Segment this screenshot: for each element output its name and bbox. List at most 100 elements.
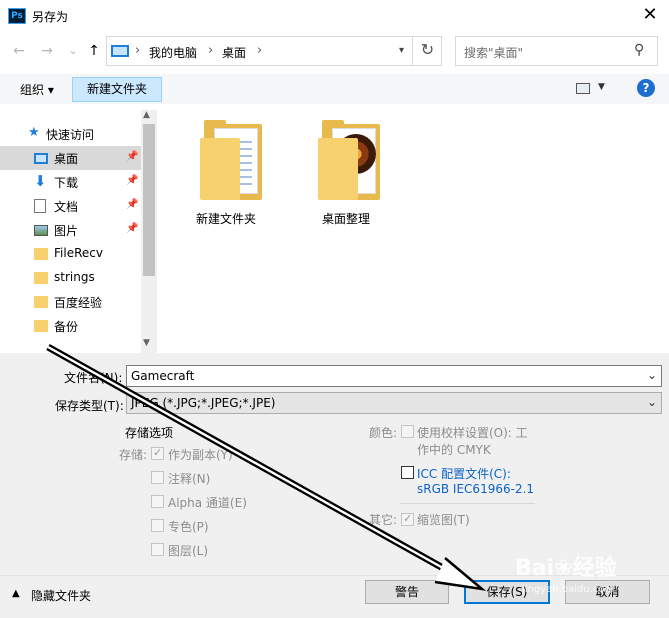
folder-name: 新建文件夹 [195,212,256,226]
window-title: 另存为 [32,10,69,24]
sidebar-item-label: 百度经验 [54,296,103,310]
search-icon[interactable]: ⚲ [634,42,644,58]
new-folder-button[interactable]: 新建文件夹 [72,77,162,102]
warning-button[interactable]: 警告 [365,580,449,604]
address-bar[interactable]: › 我的电脑 › 桌面 › ▾ ↻ [106,36,442,66]
sidebar-item-label: 备份 [54,320,79,334]
search-placeholder: 搜索"桌面" [464,46,524,60]
thumbnail-checkbox[interactable] [401,512,414,526]
folder-icon [34,272,48,284]
view-options-icon[interactable] [576,83,590,94]
proof-setup-label: 使用校样设置(O): 工 [417,426,528,440]
document-icon [34,199,46,213]
help-icon[interactable]: ? [637,79,655,97]
sidebar-item-desktop[interactable]: 桌面 📌 [0,146,141,170]
folder-icon [34,320,48,332]
hide-folders-toggle[interactable]: 隐藏文件夹 [31,587,91,604]
as-copy-label: 作为副本(Y) [168,448,233,462]
star-icon: ★ [28,125,40,140]
breadcrumb-separator-icon[interactable]: › [135,43,140,58]
pin-icon[interactable]: 📌 [126,151,138,162]
picture-icon [34,225,48,236]
sidebar-item-pictures[interactable]: 图片 📌 [0,218,141,242]
proof-setup-label-cont: 作中的 CMYK [417,443,491,457]
sidebar-item-label: FileRecv [54,246,103,260]
other-label: 其它: [369,513,398,527]
organize-menu-button[interactable]: 组织 ▾ [20,81,54,98]
back-arrow-icon[interactable]: ← [10,43,28,59]
folder-item-desktop-organize[interactable]: 桌面整理 [288,110,388,226]
chevron-up-icon[interactable]: ▲ [12,588,20,599]
sidebar-item-strings[interactable]: strings [0,266,141,290]
icc-profile-label: ICC 配置文件(C): [417,467,511,481]
sidebar-item-label: strings [54,270,95,284]
storage-label: 存储: [119,448,148,462]
alpha-channel-checkbox[interactable] [151,495,164,508]
close-icon[interactable]: ✕ [636,4,664,28]
pin-icon[interactable]: 📌 [126,175,138,186]
refresh-icon[interactable]: ↻ [412,37,442,65]
color-label: 颜色: [369,426,398,440]
monitor-icon [111,45,129,57]
sidebar-item-downloads[interactable]: ⬇ 下载 📌 [0,170,141,194]
alpha-channel-label: Alpha 通道(E) [168,496,247,510]
forward-arrow-icon[interactable]: → [38,43,56,59]
address-dropdown-icon[interactable]: ▾ [391,37,411,65]
spot-color-checkbox[interactable] [151,519,164,532]
breadcrumb-separator-icon[interactable]: › [257,43,262,58]
filename-label: 文件名(N): [64,371,123,385]
notes-checkbox[interactable] [151,471,164,484]
sidebar-item-label: 桌面 [54,152,79,166]
spot-color-label: 专色(P) [168,520,209,534]
proof-setup-checkbox[interactable] [401,425,414,438]
folder-icon [34,248,48,260]
chevron-down-icon[interactable]: ⌄ [647,395,657,409]
breadcrumb-my-computer[interactable]: 我的电脑 [149,44,197,61]
filename-field[interactable]: Gamecraft ⌄ [126,365,662,387]
breadcrumb-separator-icon[interactable]: › [208,43,213,58]
sidebar-item-backup[interactable]: 备份 [0,314,141,338]
scrollbar-thumb[interactable] [143,124,155,276]
sidebar-item-label: 图片 [54,224,79,238]
sidebar-item-baidu-experience[interactable]: 百度经验 [0,290,141,314]
thumbnail-label: 缩览图(T) [417,513,470,527]
baidu-watermark-url: jingyan.baidu.com [522,584,615,595]
sidebar-item-quick-access[interactable]: ★ 快速访问 [0,122,141,146]
sidebar-item-label: 快速访问 [46,128,95,142]
folder-front [200,138,240,200]
view-dropdown-icon[interactable]: ▼ [598,82,605,92]
search-input[interactable]: 搜索"桌面" ⚲ [455,36,658,66]
folder-name: 桌面整理 [321,212,370,226]
up-arrow-icon[interactable]: ↑ [85,43,103,59]
folder-front [318,138,358,200]
sidebar-item-label: 文档 [54,200,79,214]
icc-profile-checkbox[interactable] [401,466,414,479]
notes-label: 注释(N) [168,472,211,486]
divider [400,503,535,504]
pin-icon[interactable]: 📌 [126,199,138,210]
title-bar [0,0,669,32]
baidu-watermark-logo: Bai❀经验 [515,556,617,581]
breadcrumb-desktop[interactable]: 桌面 [222,44,246,61]
icc-profile-value: sRGB IEC61966-2.1 [417,482,535,496]
storage-options-title: 存储选项 [125,426,174,440]
filename-value: Gamecraft [131,369,195,383]
sidebar-item-filerecv[interactable]: FileRecv [0,242,141,266]
as-copy-checkbox[interactable] [151,446,164,460]
photoshop-app-icon: Ps [8,8,26,24]
filetype-select[interactable]: JPEG (*.JPG;*.JPEG;*.JPE) ⌄ [126,392,662,414]
recent-locations-chevron-icon[interactable]: ⌄ [64,43,82,59]
chevron-down-icon[interactable]: ⌄ [647,368,657,382]
layers-label: 图层(L) [168,544,209,558]
folder-item-new-folder[interactable]: 新建文件夹 [170,110,270,226]
scroll-down-icon[interactable]: ▼ [143,338,150,348]
sidebar-item-documents[interactable]: 文档 📌 [0,194,141,218]
pin-icon[interactable]: 📌 [126,223,138,234]
scroll-up-icon[interactable]: ▲ [143,110,150,120]
filetype-value: JPEG (*.JPG;*.JPEG;*.JPE) [131,396,276,410]
filetype-label: 保存类型(T): [55,399,124,413]
file-list-pane: 新建文件夹 桌面整理 [160,110,669,353]
download-icon: ⬇ [34,172,47,190]
navigation-pane: ★ 快速访问 桌面 📌 ⬇ 下载 📌 文档 📌 图片 📌 FileRecv st… [0,110,158,353]
layers-checkbox[interactable] [151,543,164,556]
